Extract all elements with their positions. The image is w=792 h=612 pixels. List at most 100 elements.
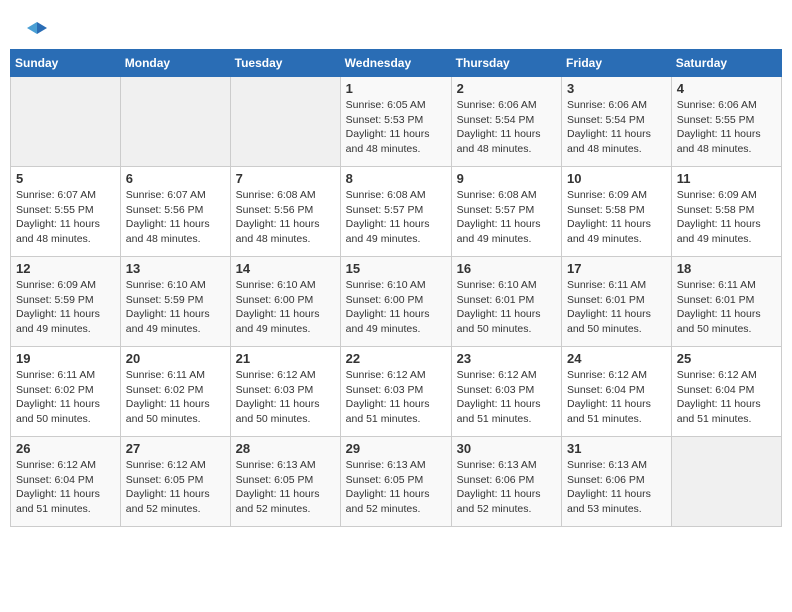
cell-day-number: 7 <box>236 171 335 186</box>
cell-day-number: 13 <box>126 261 225 276</box>
cell-info: Sunrise: 6:09 AMSunset: 5:58 PMDaylight:… <box>677 188 776 247</box>
cell-day-number: 23 <box>457 351 556 366</box>
cell-day-number: 1 <box>346 81 446 96</box>
cell-day-number: 15 <box>346 261 446 276</box>
cell-info: Sunrise: 6:07 AMSunset: 5:55 PMDaylight:… <box>16 188 115 247</box>
cell-day-number: 28 <box>236 441 335 456</box>
cell-day-number: 11 <box>677 171 776 186</box>
cell-info: Sunrise: 6:08 AMSunset: 5:57 PMDaylight:… <box>346 188 446 247</box>
cell-info: Sunrise: 6:07 AMSunset: 5:56 PMDaylight:… <box>126 188 225 247</box>
calendar-cell: 19 Sunrise: 6:11 AMSunset: 6:02 PMDaylig… <box>11 347 121 437</box>
calendar-cell: 6 Sunrise: 6:07 AMSunset: 5:56 PMDayligh… <box>120 167 230 257</box>
calendar-week-row: 12 Sunrise: 6:09 AMSunset: 5:59 PMDaylig… <box>11 257 782 347</box>
cell-day-number: 2 <box>457 81 556 96</box>
cell-day-number: 31 <box>567 441 666 456</box>
cell-day-number: 22 <box>346 351 446 366</box>
cell-info: Sunrise: 6:10 AMSunset: 6:01 PMDaylight:… <box>457 278 556 337</box>
calendar-header-row: SundayMondayTuesdayWednesdayThursdayFrid… <box>11 50 782 77</box>
cell-info: Sunrise: 6:06 AMSunset: 5:54 PMDaylight:… <box>567 98 666 157</box>
calendar-cell: 15 Sunrise: 6:10 AMSunset: 6:00 PMDaylig… <box>340 257 451 347</box>
cell-day-number: 10 <box>567 171 666 186</box>
cell-info: Sunrise: 6:12 AMSunset: 6:04 PMDaylight:… <box>567 368 666 427</box>
day-header-friday: Friday <box>562 50 672 77</box>
page-header <box>10 10 782 41</box>
cell-info: Sunrise: 6:08 AMSunset: 5:56 PMDaylight:… <box>236 188 335 247</box>
calendar-table: SundayMondayTuesdayWednesdayThursdayFrid… <box>10 49 782 527</box>
calendar-cell: 12 Sunrise: 6:09 AMSunset: 5:59 PMDaylig… <box>11 257 121 347</box>
cell-day-number: 24 <box>567 351 666 366</box>
calendar-cell <box>671 437 781 527</box>
cell-day-number: 21 <box>236 351 335 366</box>
calendar-cell: 22 Sunrise: 6:12 AMSunset: 6:03 PMDaylig… <box>340 347 451 437</box>
cell-info: Sunrise: 6:13 AMSunset: 6:05 PMDaylight:… <box>236 458 335 517</box>
cell-info: Sunrise: 6:12 AMSunset: 6:05 PMDaylight:… <box>126 458 225 517</box>
day-header-sunday: Sunday <box>11 50 121 77</box>
calendar-week-row: 1 Sunrise: 6:05 AMSunset: 5:53 PMDayligh… <box>11 77 782 167</box>
cell-day-number: 16 <box>457 261 556 276</box>
cell-day-number: 14 <box>236 261 335 276</box>
calendar-cell: 13 Sunrise: 6:10 AMSunset: 5:59 PMDaylig… <box>120 257 230 347</box>
day-header-tuesday: Tuesday <box>230 50 340 77</box>
cell-day-number: 19 <box>16 351 115 366</box>
cell-info: Sunrise: 6:10 AMSunset: 5:59 PMDaylight:… <box>126 278 225 337</box>
cell-day-number: 18 <box>677 261 776 276</box>
calendar-cell: 10 Sunrise: 6:09 AMSunset: 5:58 PMDaylig… <box>562 167 672 257</box>
calendar-cell: 7 Sunrise: 6:08 AMSunset: 5:56 PMDayligh… <box>230 167 340 257</box>
calendar-cell: 23 Sunrise: 6:12 AMSunset: 6:03 PMDaylig… <box>451 347 561 437</box>
calendar-cell: 4 Sunrise: 6:06 AMSunset: 5:55 PMDayligh… <box>671 77 781 167</box>
cell-day-number: 12 <box>16 261 115 276</box>
calendar-cell: 29 Sunrise: 6:13 AMSunset: 6:05 PMDaylig… <box>340 437 451 527</box>
calendar-cell: 5 Sunrise: 6:07 AMSunset: 5:55 PMDayligh… <box>11 167 121 257</box>
calendar-cell: 17 Sunrise: 6:11 AMSunset: 6:01 PMDaylig… <box>562 257 672 347</box>
cell-info: Sunrise: 6:10 AMSunset: 6:00 PMDaylight:… <box>236 278 335 337</box>
cell-info: Sunrise: 6:09 AMSunset: 5:58 PMDaylight:… <box>567 188 666 247</box>
cell-info: Sunrise: 6:10 AMSunset: 6:00 PMDaylight:… <box>346 278 446 337</box>
calendar-cell: 2 Sunrise: 6:06 AMSunset: 5:54 PMDayligh… <box>451 77 561 167</box>
cell-info: Sunrise: 6:12 AMSunset: 6:04 PMDaylight:… <box>16 458 115 517</box>
calendar-cell: 26 Sunrise: 6:12 AMSunset: 6:04 PMDaylig… <box>11 437 121 527</box>
calendar-cell: 11 Sunrise: 6:09 AMSunset: 5:58 PMDaylig… <box>671 167 781 257</box>
calendar-cell: 3 Sunrise: 6:06 AMSunset: 5:54 PMDayligh… <box>562 77 672 167</box>
cell-info: Sunrise: 6:11 AMSunset: 6:01 PMDaylight:… <box>677 278 776 337</box>
day-header-monday: Monday <box>120 50 230 77</box>
cell-info: Sunrise: 6:12 AMSunset: 6:03 PMDaylight:… <box>457 368 556 427</box>
cell-day-number: 26 <box>16 441 115 456</box>
calendar-cell: 9 Sunrise: 6:08 AMSunset: 5:57 PMDayligh… <box>451 167 561 257</box>
cell-info: Sunrise: 6:08 AMSunset: 5:57 PMDaylight:… <box>457 188 556 247</box>
calendar-cell: 18 Sunrise: 6:11 AMSunset: 6:01 PMDaylig… <box>671 257 781 347</box>
day-header-wednesday: Wednesday <box>340 50 451 77</box>
cell-day-number: 6 <box>126 171 225 186</box>
cell-info: Sunrise: 6:11 AMSunset: 6:01 PMDaylight:… <box>567 278 666 337</box>
cell-day-number: 5 <box>16 171 115 186</box>
cell-day-number: 29 <box>346 441 446 456</box>
cell-day-number: 30 <box>457 441 556 456</box>
cell-info: Sunrise: 6:09 AMSunset: 5:59 PMDaylight:… <box>16 278 115 337</box>
calendar-cell: 16 Sunrise: 6:10 AMSunset: 6:01 PMDaylig… <box>451 257 561 347</box>
day-header-thursday: Thursday <box>451 50 561 77</box>
cell-info: Sunrise: 6:13 AMSunset: 6:06 PMDaylight:… <box>567 458 666 517</box>
cell-info: Sunrise: 6:12 AMSunset: 6:04 PMDaylight:… <box>677 368 776 427</box>
day-header-saturday: Saturday <box>671 50 781 77</box>
calendar-cell: 24 Sunrise: 6:12 AMSunset: 6:04 PMDaylig… <box>562 347 672 437</box>
calendar-cell: 31 Sunrise: 6:13 AMSunset: 6:06 PMDaylig… <box>562 437 672 527</box>
cell-info: Sunrise: 6:11 AMSunset: 6:02 PMDaylight:… <box>126 368 225 427</box>
calendar-cell: 8 Sunrise: 6:08 AMSunset: 5:57 PMDayligh… <box>340 167 451 257</box>
calendar-cell: 25 Sunrise: 6:12 AMSunset: 6:04 PMDaylig… <box>671 347 781 437</box>
calendar-cell <box>11 77 121 167</box>
cell-info: Sunrise: 6:13 AMSunset: 6:06 PMDaylight:… <box>457 458 556 517</box>
cell-info: Sunrise: 6:13 AMSunset: 6:05 PMDaylight:… <box>346 458 446 517</box>
cell-info: Sunrise: 6:06 AMSunset: 5:54 PMDaylight:… <box>457 98 556 157</box>
calendar-cell <box>230 77 340 167</box>
calendar-week-row: 19 Sunrise: 6:11 AMSunset: 6:02 PMDaylig… <box>11 347 782 437</box>
cell-day-number: 17 <box>567 261 666 276</box>
cell-info: Sunrise: 6:06 AMSunset: 5:55 PMDaylight:… <box>677 98 776 157</box>
calendar-cell: 21 Sunrise: 6:12 AMSunset: 6:03 PMDaylig… <box>230 347 340 437</box>
cell-day-number: 27 <box>126 441 225 456</box>
cell-info: Sunrise: 6:12 AMSunset: 6:03 PMDaylight:… <box>236 368 335 427</box>
logo <box>25 20 47 36</box>
calendar-cell: 20 Sunrise: 6:11 AMSunset: 6:02 PMDaylig… <box>120 347 230 437</box>
calendar-week-row: 26 Sunrise: 6:12 AMSunset: 6:04 PMDaylig… <box>11 437 782 527</box>
cell-day-number: 20 <box>126 351 225 366</box>
cell-day-number: 25 <box>677 351 776 366</box>
cell-info: Sunrise: 6:05 AMSunset: 5:53 PMDaylight:… <box>346 98 446 157</box>
